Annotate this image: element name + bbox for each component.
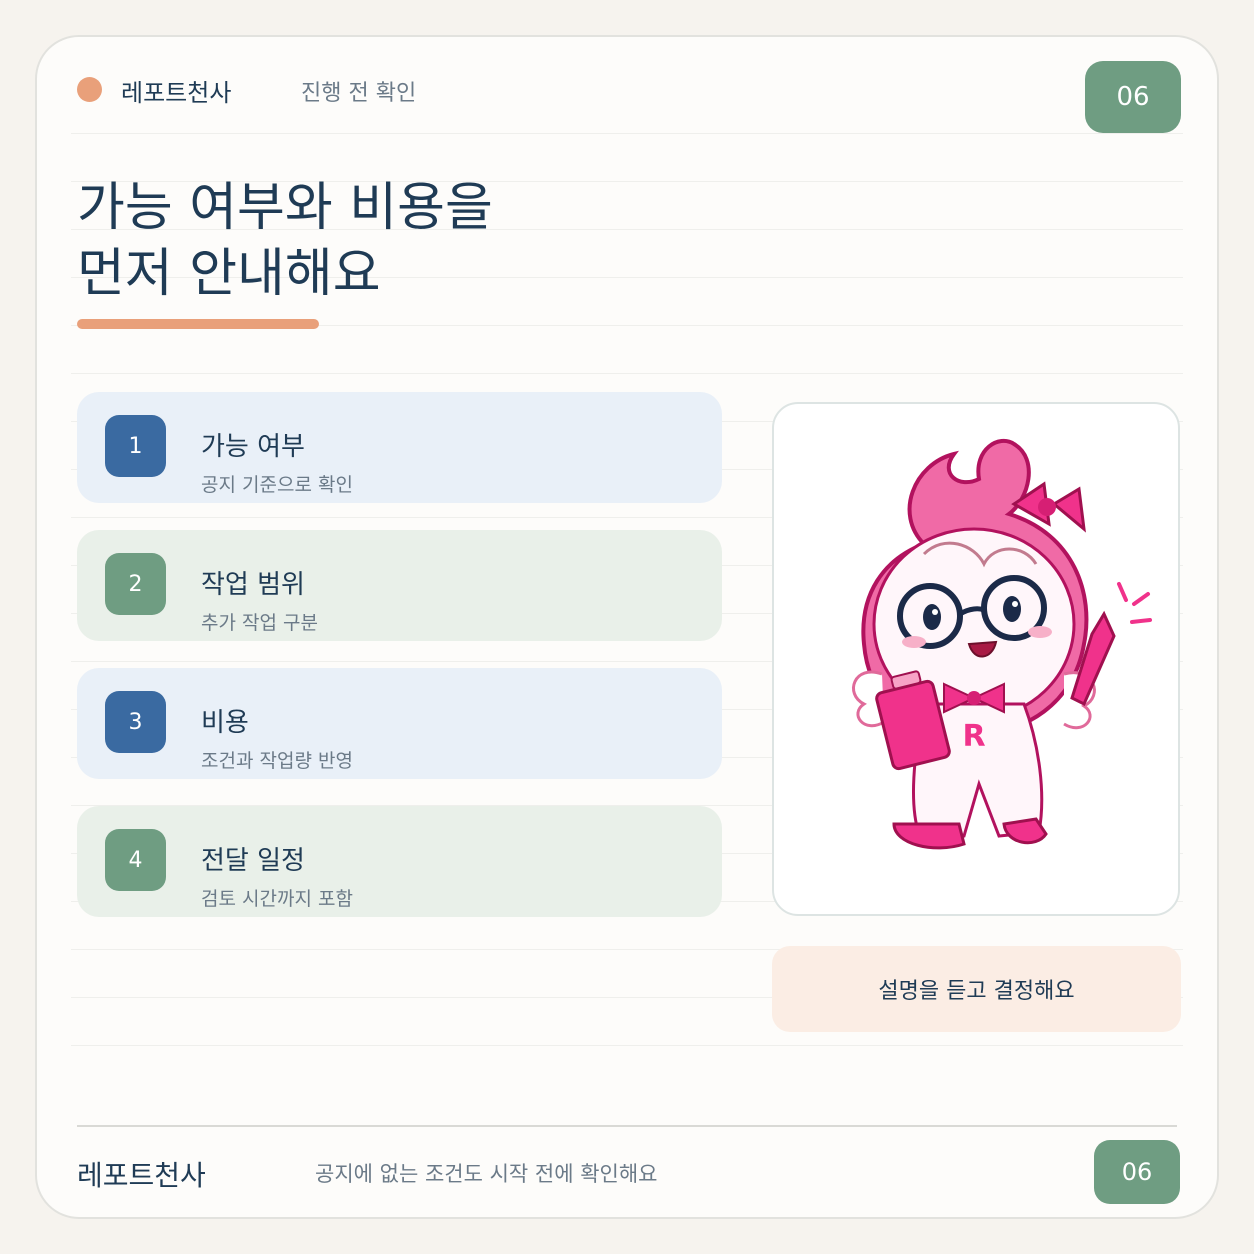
item-number-badge: 4 (105, 829, 166, 891)
slide-card: 레포트천사 진행 전 확인 06 가능 여부와 비용을 먼저 안내해요 1 가능… (35, 35, 1219, 1219)
mascot-card: R (772, 402, 1180, 916)
decision-note: 설명을 듣고 결정해요 (772, 946, 1181, 1032)
item-title: 비용 (201, 708, 249, 738)
angel-mascot-icon: R (852, 438, 1152, 850)
footer-divider (77, 1125, 1177, 1127)
footer-page-badge: 06 (1094, 1140, 1180, 1204)
list-item-schedule: 4 전달 일정 검토 시간까지 포함 (77, 806, 722, 917)
page-title: 가능 여부와 비용을 먼저 안내해요 (77, 175, 493, 307)
footer-brand: 레포트천사 (77, 1159, 206, 1192)
item-title: 가능 여부 (201, 432, 305, 462)
ruled-line (71, 1045, 1183, 1046)
footer-text: 공지에 없는 조건도 시작 전에 확인해요 (315, 1162, 658, 1186)
brand-dot (77, 77, 102, 102)
header-step: 진행 전 확인 (301, 81, 417, 106)
title-underline (77, 319, 319, 329)
page-number-badge: 06 (1085, 61, 1181, 133)
item-description: 검토 시간까지 포함 (201, 888, 353, 910)
list-item-cost: 3 비용 조건과 작업량 반영 (77, 668, 722, 779)
list-item-scope: 2 작업 범위 추가 작업 구분 (77, 530, 722, 641)
item-title: 전달 일정 (201, 846, 305, 876)
ruled-line (71, 133, 1183, 134)
item-number-badge: 2 (105, 553, 166, 615)
title-line-1: 가능 여부와 비용을 (77, 178, 493, 238)
header-brand: 레포트천사 (121, 79, 232, 107)
item-description: 공지 기준으로 확인 (201, 474, 353, 496)
item-description: 추가 작업 구분 (201, 612, 318, 634)
item-number-badge: 3 (105, 691, 166, 753)
item-description: 조건과 작업량 반영 (201, 750, 353, 772)
ruled-line (71, 373, 1183, 374)
item-title: 작업 범위 (201, 570, 305, 600)
title-line-2: 먼저 안내해요 (77, 244, 381, 304)
item-number-badge: 1 (105, 415, 166, 477)
chest-badge-letter: R (962, 719, 985, 754)
list-item-possibility: 1 가능 여부 공지 기준으로 확인 (77, 392, 722, 503)
